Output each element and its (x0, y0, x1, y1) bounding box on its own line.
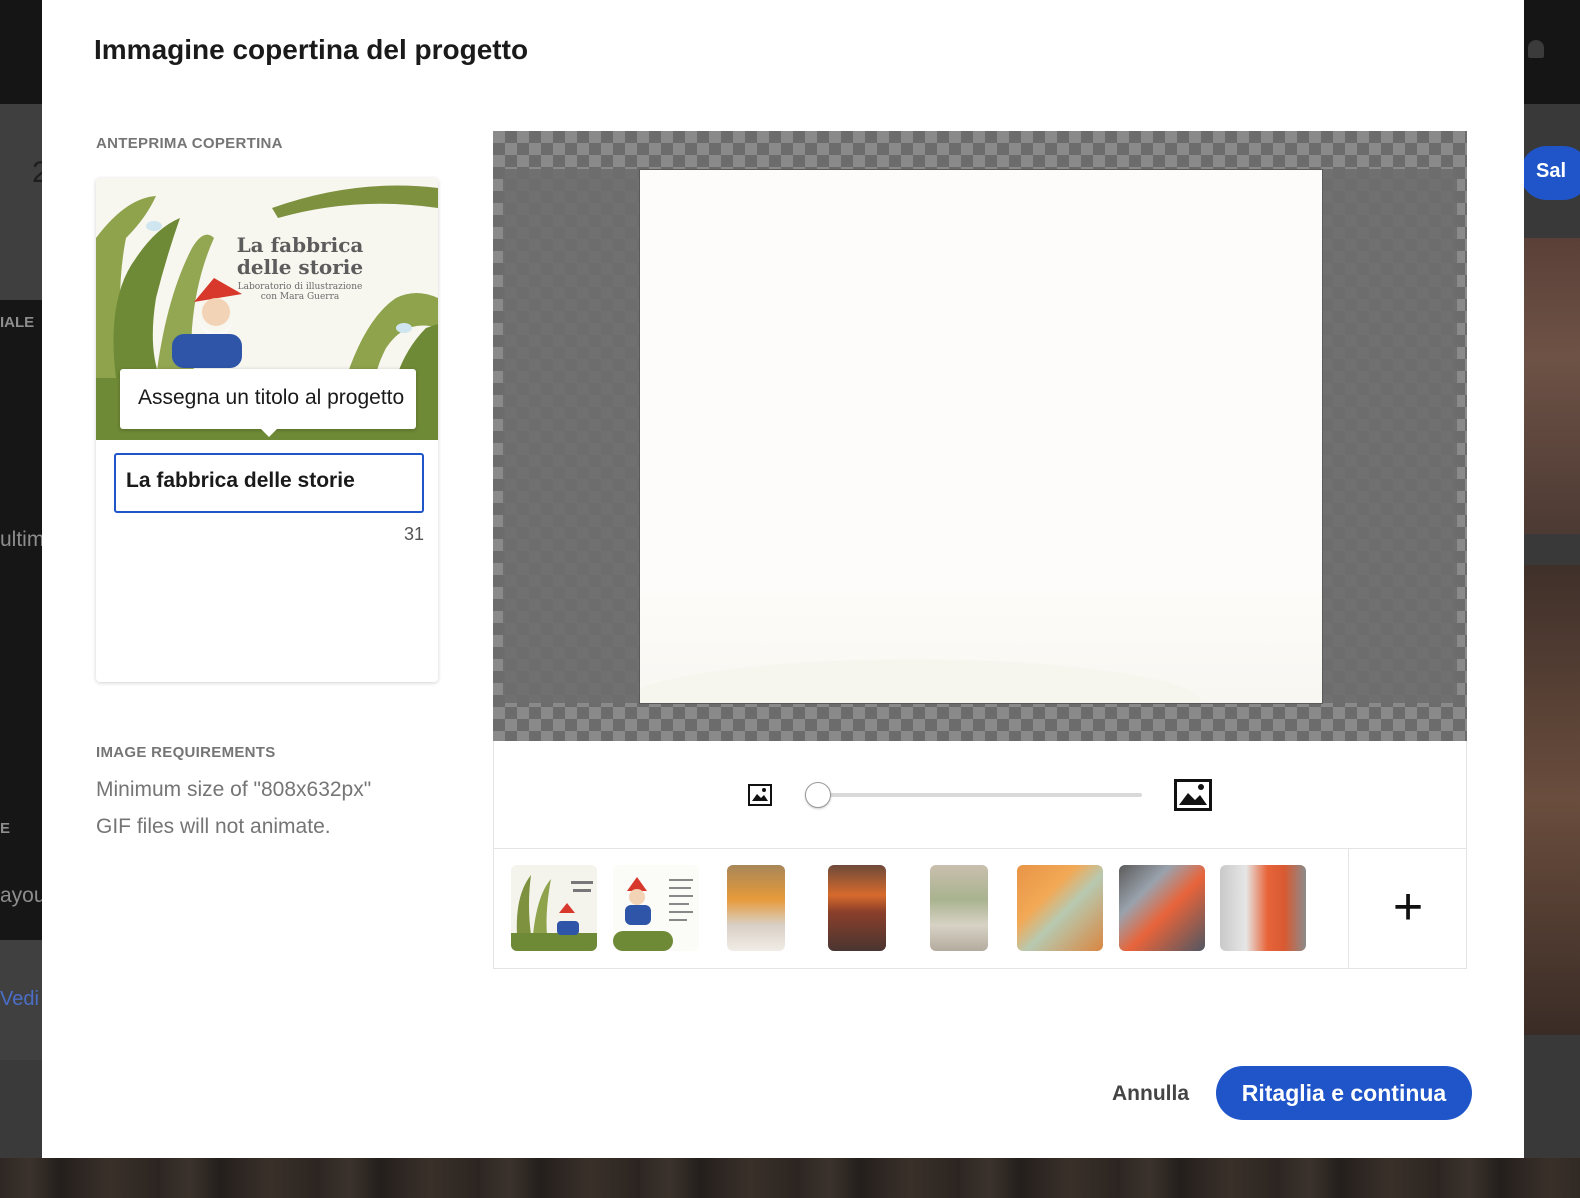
thumbnail-photo-4[interactable] (828, 865, 886, 951)
thumbnail-photo-7[interactable] (1119, 865, 1205, 951)
cover-title-text: La fabbrica delle storie (236, 233, 364, 279)
requirements-size-text: Minimum size of "808x632px" (96, 778, 372, 801)
title-tooltip: Assegna un titolo al progetto (120, 369, 416, 429)
thumbnail-cover-beanstalk[interactable] (511, 865, 597, 951)
cover-subtitle-line: Laboratorio di illustrazione (237, 282, 363, 292)
cover-preview-card: La fabbrica delle storie Laboratorio di … (96, 178, 438, 682)
background-wood-texture (0, 1158, 1580, 1198)
cancel-button[interactable]: Annulla (1112, 1082, 1189, 1106)
zoom-slider-thumb[interactable] (805, 782, 831, 808)
crop-and-continue-button[interactable]: Ritaglia e continua (1216, 1066, 1472, 1120)
requirements-section-label: IMAGE REQUIREMENTS (96, 744, 276, 761)
add-image-button[interactable]: + (1349, 849, 1467, 968)
project-title-value: La fabbrica delle storie (126, 469, 355, 492)
crop-image-frame[interactable] (640, 170, 1322, 703)
cover-subtitle-line: con Mara Guerra (260, 292, 340, 302)
preview-section-label: ANTEPRIMA COPERTINA (96, 135, 283, 152)
cover-subtitle-text: Laboratorio di illustrazione con Mara Gu… (220, 282, 380, 302)
bell-icon (1528, 40, 1544, 58)
background-label: E (0, 820, 11, 837)
tooltip-arrow (260, 428, 278, 437)
crop-canvas[interactable] (493, 131, 1467, 741)
background-photo (1524, 238, 1580, 534)
background-photo (1524, 565, 1580, 1035)
cover-image-dialog: Immagine copertina del progetto ANTEPRIM… (42, 0, 1524, 1158)
thumbnail-image (613, 877, 693, 951)
background-label: ayou (0, 884, 46, 907)
image-thumbnail-strip: + (493, 849, 1467, 969)
background-save-button: Sal (1520, 146, 1580, 200)
thumbnail-photo-3[interactable] (727, 865, 785, 951)
image-large-icon (1174, 779, 1212, 811)
background-label: IALE (0, 314, 35, 331)
background-link: Vedi (0, 988, 39, 1010)
background-label: ultim (0, 528, 45, 551)
dialog-title: Immagine copertina del progetto (94, 34, 529, 65)
requirements-gif-text: GIF files will not animate. (96, 815, 331, 838)
thumbnail-photo-5[interactable] (930, 865, 988, 951)
thumbnail-image (511, 875, 597, 951)
thumbnail-photo-8[interactable] (1220, 865, 1306, 951)
thumbnail-photo-6[interactable] (1017, 865, 1103, 951)
character-counter: 31 (403, 524, 424, 544)
crop-image-content (640, 583, 1322, 703)
image-small-icon (748, 784, 772, 806)
project-title-input[interactable]: La fabbrica delle storie (114, 453, 424, 513)
thumbnail-gnome-text[interactable] (613, 865, 699, 951)
background-sidebar (0, 300, 42, 940)
zoom-control (493, 741, 1467, 849)
zoom-slider-track[interactable] (816, 793, 1142, 797)
